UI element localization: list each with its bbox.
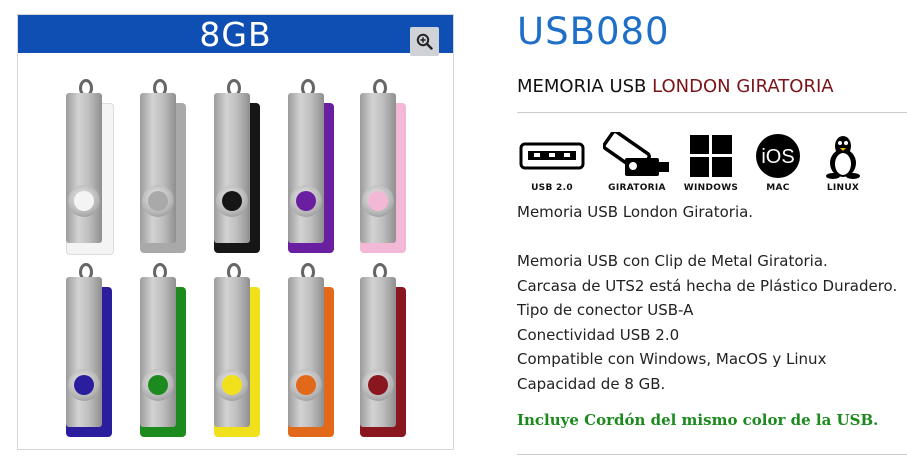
usb-drive xyxy=(360,79,406,255)
feature-mac: iOS MAC xyxy=(743,132,813,193)
feature-label: USB 2.0 xyxy=(531,183,573,193)
product-image-card: 8GB xyxy=(17,14,454,450)
description-intro: Memoria USB London Giratoria. xyxy=(517,203,754,221)
usb-drive xyxy=(288,263,334,439)
linux-icon xyxy=(826,136,860,179)
zoom-in-icon xyxy=(416,33,433,50)
feature-label: GIRATORIA xyxy=(608,183,666,193)
feature-linux: LINUX xyxy=(808,132,878,193)
usb-drive xyxy=(360,263,406,439)
description-line: Memoria USB con Clip de Metal Giratoria. xyxy=(517,252,828,270)
feature-label: LINUX xyxy=(826,183,860,193)
windows-icon xyxy=(690,135,732,177)
usb-2-icon xyxy=(519,142,585,170)
svg-text:iOS: iOS xyxy=(761,146,794,168)
usb-drive xyxy=(140,79,186,255)
promo-text: Incluye Cordón del mismo color de la USB… xyxy=(517,411,879,429)
usb-drive xyxy=(288,79,334,255)
product-title: MEMORIA USB LONDON GIRATORIA xyxy=(517,76,834,97)
product-description: Memoria USB London Giratoria. Memoria US… xyxy=(517,200,907,396)
ios-icon: iOS xyxy=(756,134,800,178)
divider-top xyxy=(517,112,907,113)
usb-drive xyxy=(140,263,186,439)
usb-drive xyxy=(66,263,112,439)
description-line: Tipo de conector USB-A xyxy=(517,301,694,319)
swivel-icon xyxy=(603,132,669,176)
feature-usb: USB 2.0 xyxy=(517,132,587,193)
description-line: Carcasa de UTS2 está hecha de Plástico D… xyxy=(517,276,898,295)
product-code: USB080 xyxy=(517,10,670,53)
product-title-prefix: MEMORIA USB xyxy=(517,76,653,97)
usb-drive xyxy=(66,79,114,255)
feature-label: MAC xyxy=(766,183,790,193)
feature-icons: USB 2.0 GIRATORIA WINDOWS iOS MAC LINUX xyxy=(517,132,862,200)
product-title-highlight: LONDON GIRATORIA xyxy=(652,76,834,97)
divider-bottom xyxy=(517,454,907,455)
description-line: Conectividad USB 2.0 xyxy=(517,325,680,344)
usb-drive xyxy=(214,263,260,439)
feature-label: WINDOWS xyxy=(683,183,739,193)
description-line: Compatible con Windows, MacOS y Linux xyxy=(517,350,827,368)
description-line: Capacidad de 8 GB. xyxy=(517,374,666,393)
zoom-button[interactable] xyxy=(410,27,439,56)
feature-swivel: GIRATORIA xyxy=(602,132,672,193)
capacity-banner: 8GB xyxy=(18,15,453,54)
usb-drive xyxy=(214,79,260,255)
feature-windows: WINDOWS xyxy=(676,132,746,193)
